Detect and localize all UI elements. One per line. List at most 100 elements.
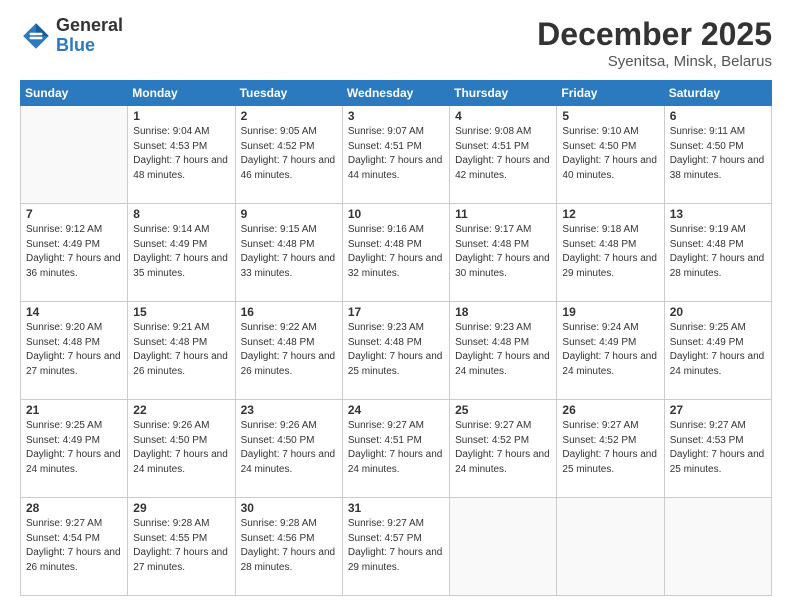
day-number: 22 (133, 403, 229, 417)
calendar-cell: 18 Sunrise: 9:23 AM Sunset: 4:48 PM Dayli… (450, 302, 557, 400)
calendar-cell (664, 498, 771, 596)
calendar-cell: 10 Sunrise: 9:16 AM Sunset: 4:48 PM Dayli… (342, 204, 449, 302)
calendar-cell: 20 Sunrise: 9:25 AM Sunset: 4:49 PM Dayli… (664, 302, 771, 400)
day-info: Sunrise: 9:26 AM Sunset: 4:50 PM Dayligh… (133, 419, 229, 477)
calendar-cell: 8 Sunrise: 9:14 AM Sunset: 4:49 PM Daylig… (128, 204, 235, 302)
day-number: 10 (348, 207, 444, 221)
day-number: 16 (241, 305, 337, 319)
calendar-cell: 4 Sunrise: 9:08 AM Sunset: 4:51 PM Daylig… (450, 106, 557, 204)
calendar-cell: 11 Sunrise: 9:17 AM Sunset: 4:48 PM Dayli… (450, 204, 557, 302)
calendar-cell (450, 498, 557, 596)
calendar-cell: 1 Sunrise: 9:04 AM Sunset: 4:53 PM Daylig… (128, 106, 235, 204)
weekday-header-row: SundayMondayTuesdayWednesdayThursdayFrid… (21, 81, 772, 106)
week-row-1: 7 Sunrise: 9:12 AM Sunset: 4:49 PM Daylig… (21, 204, 772, 302)
day-info: Sunrise: 9:28 AM Sunset: 4:55 PM Dayligh… (133, 517, 229, 575)
day-info: Sunrise: 9:23 AM Sunset: 4:48 PM Dayligh… (348, 321, 444, 379)
weekday-header-tuesday: Tuesday (235, 81, 342, 106)
weekday-header-saturday: Saturday (664, 81, 771, 106)
calendar-cell: 16 Sunrise: 9:22 AM Sunset: 4:48 PM Dayli… (235, 302, 342, 400)
day-info: Sunrise: 9:05 AM Sunset: 4:52 PM Dayligh… (241, 125, 337, 183)
day-number: 9 (241, 207, 337, 221)
calendar-cell: 30Sunrise: 9:28 AM Sunset: 4:56 PM Dayli… (235, 498, 342, 596)
weekday-header-wednesday: Wednesday (342, 81, 449, 106)
day-number: 29 (133, 501, 229, 515)
weekday-header-thursday: Thursday (450, 81, 557, 106)
week-row-3: 21Sunrise: 9:25 AM Sunset: 4:49 PM Dayli… (21, 400, 772, 498)
location-subtitle: Syenitsa, Minsk, Belarus (537, 53, 772, 70)
logo-text: General Blue (56, 16, 123, 56)
day-info: Sunrise: 9:22 AM Sunset: 4:48 PM Dayligh… (241, 321, 337, 379)
calendar-cell: 9 Sunrise: 9:15 AM Sunset: 4:48 PM Daylig… (235, 204, 342, 302)
day-number: 1 (133, 109, 229, 123)
month-title: December 2025 (537, 16, 772, 53)
calendar-cell: 23 Sunrise: 9:26 AM Sunset: 4:50 PM Dayli… (235, 400, 342, 498)
calendar-cell: 28Sunrise: 9:27 AM Sunset: 4:54 PM Dayli… (21, 498, 128, 596)
calendar-cell: 31Sunrise: 9:27 AM Sunset: 4:57 PM Dayli… (342, 498, 449, 596)
calendar-cell: 15 Sunrise: 9:21 AM Sunset: 4:48 PM Dayli… (128, 302, 235, 400)
day-info: Sunrise: 9:27 AM Sunset: 4:53 PM Dayligh… (670, 419, 766, 477)
day-info: Sunrise: 9:07 AM Sunset: 4:51 PM Dayligh… (348, 125, 444, 183)
weekday-header-friday: Friday (557, 81, 664, 106)
week-row-4: 28Sunrise: 9:27 AM Sunset: 4:54 PM Dayli… (21, 498, 772, 596)
calendar-cell: 27 Sunrise: 9:27 AM Sunset: 4:53 PM Dayli… (664, 400, 771, 498)
week-row-0: 1 Sunrise: 9:04 AM Sunset: 4:53 PM Daylig… (21, 106, 772, 204)
day-info: Sunrise: 9:28 AM Sunset: 4:56 PM Dayligh… (241, 517, 337, 575)
title-block: December 2025 Syenitsa, Minsk, Belarus (537, 16, 772, 70)
day-info: Sunrise: 9:15 AM Sunset: 4:48 PM Dayligh… (241, 223, 337, 281)
calendar-cell: 26Sunrise: 9:27 AM Sunset: 4:52 PM Dayli… (557, 400, 664, 498)
day-info: Sunrise: 9:04 AM Sunset: 4:53 PM Dayligh… (133, 125, 229, 183)
day-info: Sunrise: 9:25 AM Sunset: 4:49 PM Dayligh… (26, 419, 122, 477)
day-info: Sunrise: 9:27 AM Sunset: 4:52 PM Dayligh… (562, 419, 658, 477)
day-number: 14 (26, 305, 122, 319)
day-info: Sunrise: 9:23 AM Sunset: 4:48 PM Dayligh… (455, 321, 551, 379)
day-number: 5 (562, 109, 658, 123)
day-info: Sunrise: 9:25 AM Sunset: 4:49 PM Dayligh… (670, 321, 766, 379)
day-number: 27 (670, 403, 766, 417)
calendar-cell: 12Sunrise: 9:18 AM Sunset: 4:48 PM Dayli… (557, 204, 664, 302)
calendar-cell: 5Sunrise: 9:10 AM Sunset: 4:50 PM Daylig… (557, 106, 664, 204)
calendar-cell (557, 498, 664, 596)
day-number: 20 (670, 305, 766, 319)
day-info: Sunrise: 9:17 AM Sunset: 4:48 PM Dayligh… (455, 223, 551, 281)
week-row-2: 14 Sunrise: 9:20 AM Sunset: 4:48 PM Dayli… (21, 302, 772, 400)
day-info: Sunrise: 9:14 AM Sunset: 4:49 PM Dayligh… (133, 223, 229, 281)
day-number: 3 (348, 109, 444, 123)
calendar-cell: 19Sunrise: 9:24 AM Sunset: 4:49 PM Dayli… (557, 302, 664, 400)
day-info: Sunrise: 9:16 AM Sunset: 4:48 PM Dayligh… (348, 223, 444, 281)
day-info: Sunrise: 9:27 AM Sunset: 4:52 PM Dayligh… (455, 419, 551, 477)
calendar-cell: 25 Sunrise: 9:27 AM Sunset: 4:52 PM Dayli… (450, 400, 557, 498)
day-number: 23 (241, 403, 337, 417)
day-number: 13 (670, 207, 766, 221)
day-info: Sunrise: 9:27 AM Sunset: 4:54 PM Dayligh… (26, 517, 122, 575)
calendar-cell: 21Sunrise: 9:25 AM Sunset: 4:49 PM Dayli… (21, 400, 128, 498)
day-info: Sunrise: 9:21 AM Sunset: 4:48 PM Dayligh… (133, 321, 229, 379)
day-number: 8 (133, 207, 229, 221)
calendar-cell: 6Sunrise: 9:11 AM Sunset: 4:50 PM Daylig… (664, 106, 771, 204)
weekday-header-sunday: Sunday (21, 81, 128, 106)
day-info: Sunrise: 9:20 AM Sunset: 4:48 PM Dayligh… (26, 321, 122, 379)
day-number: 24 (348, 403, 444, 417)
day-number: 15 (133, 305, 229, 319)
day-number: 25 (455, 403, 551, 417)
day-number: 11 (455, 207, 551, 221)
logo-blue-text: Blue (56, 36, 123, 56)
calendar-cell: 22 Sunrise: 9:26 AM Sunset: 4:50 PM Dayli… (128, 400, 235, 498)
day-number: 17 (348, 305, 444, 319)
day-number: 4 (455, 109, 551, 123)
day-number: 7 (26, 207, 122, 221)
calendar-cell: 7 Sunrise: 9:12 AM Sunset: 4:49 PM Daylig… (21, 204, 128, 302)
calendar-cell (21, 106, 128, 204)
calendar-cell: 2Sunrise: 9:05 AM Sunset: 4:52 PM Daylig… (235, 106, 342, 204)
day-info: Sunrise: 9:12 AM Sunset: 4:49 PM Dayligh… (26, 223, 122, 281)
day-number: 12 (562, 207, 658, 221)
day-info: Sunrise: 9:08 AM Sunset: 4:51 PM Dayligh… (455, 125, 551, 183)
day-info: Sunrise: 9:26 AM Sunset: 4:50 PM Dayligh… (241, 419, 337, 477)
calendar-cell: 3 Sunrise: 9:07 AM Sunset: 4:51 PM Daylig… (342, 106, 449, 204)
day-number: 18 (455, 305, 551, 319)
logo-general-text: General (56, 16, 123, 36)
logo: General Blue (20, 16, 123, 56)
weekday-header-monday: Monday (128, 81, 235, 106)
page: General Blue December 2025 Syenitsa, Min… (0, 0, 792, 612)
calendar-cell: 14 Sunrise: 9:20 AM Sunset: 4:48 PM Dayli… (21, 302, 128, 400)
calendar-table: SundayMondayTuesdayWednesdayThursdayFrid… (20, 80, 772, 596)
